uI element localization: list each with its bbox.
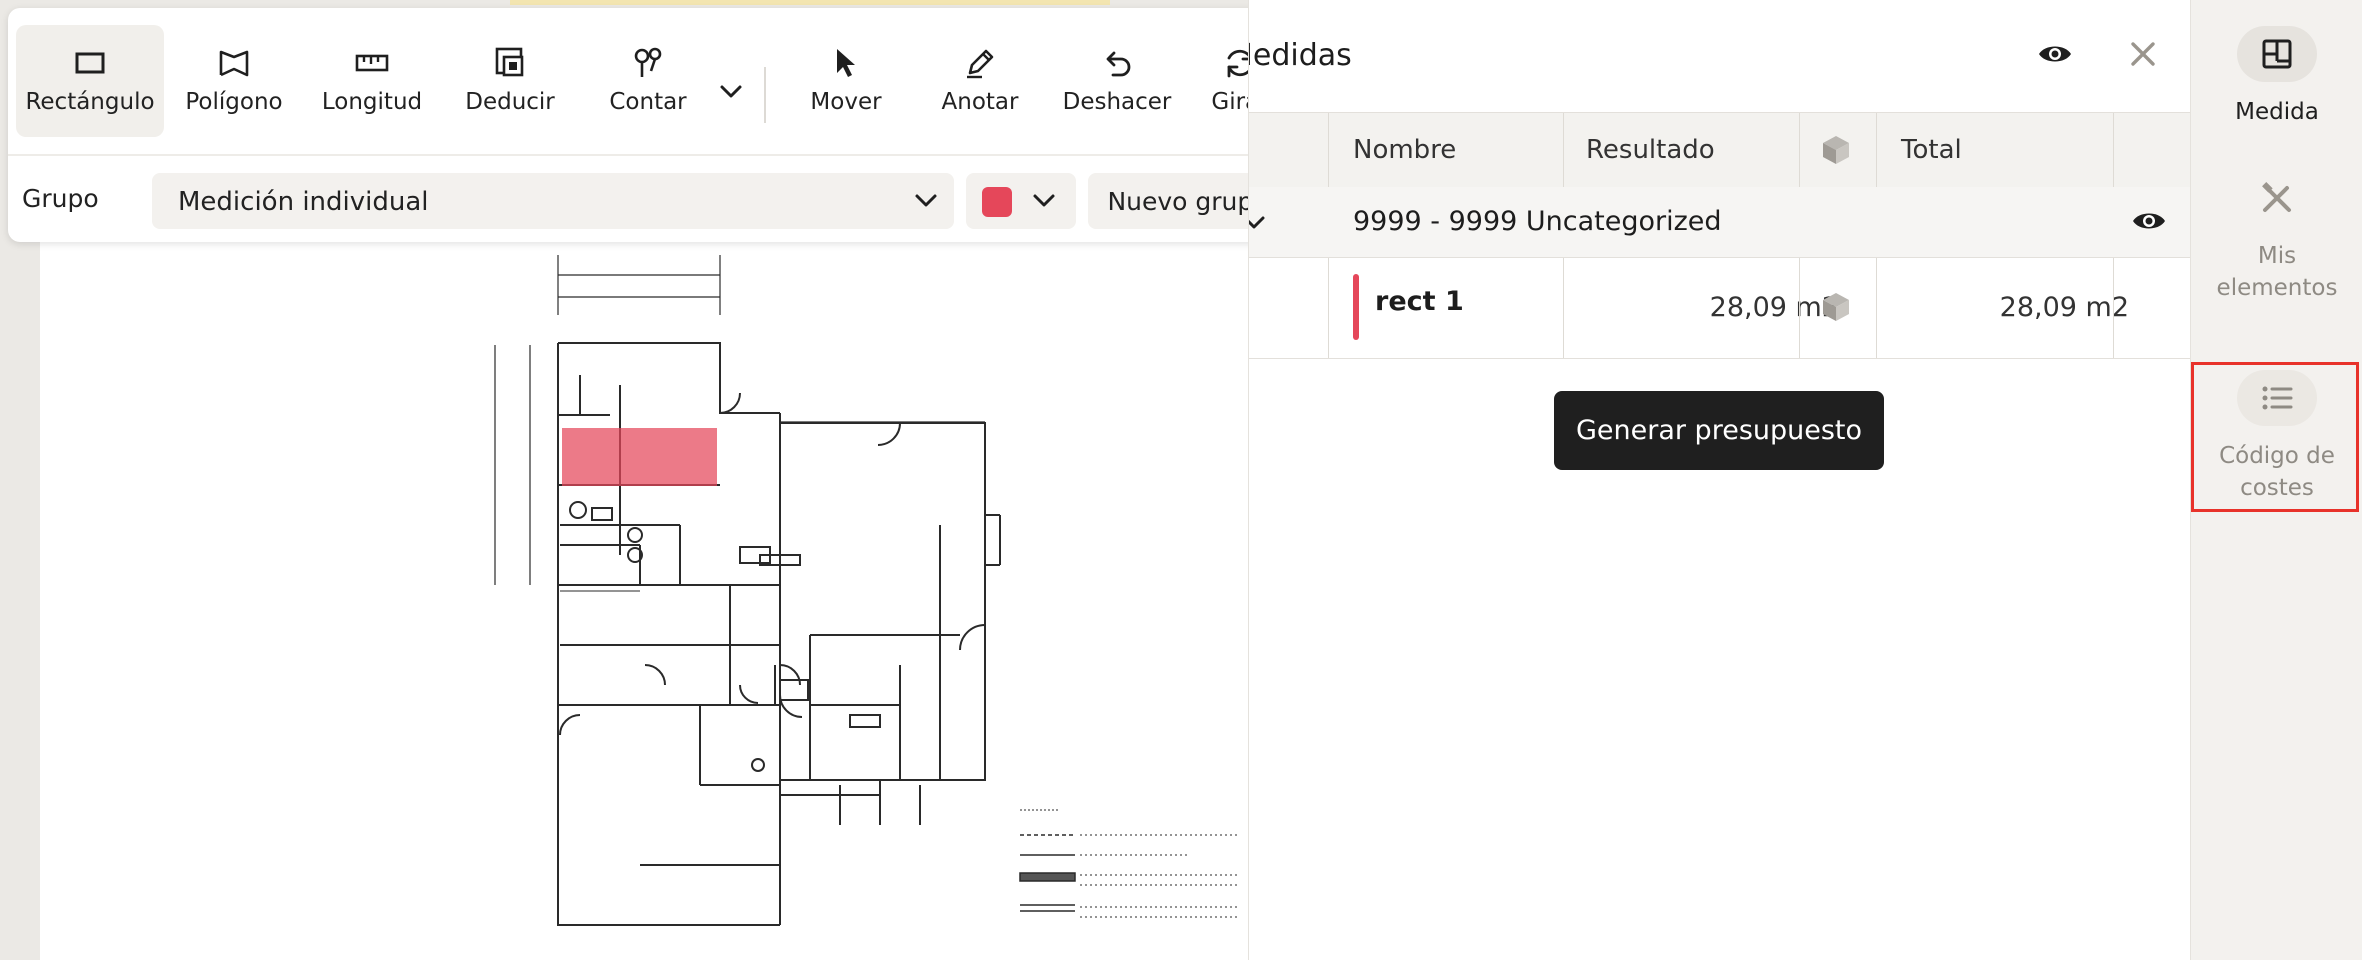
cursor-icon <box>837 49 855 77</box>
item-total: 28,09 m2 <box>1999 292 2129 323</box>
item-name: rect 1 <box>1375 286 1464 317</box>
color-swatch <box>982 187 1012 217</box>
column-divider <box>2113 113 2114 187</box>
tool-deduct[interactable]: Deducir <box>442 25 578 137</box>
tool-move[interactable]: Mover <box>778 25 914 137</box>
tool-annotate[interactable]: Anotar <box>912 25 1048 137</box>
panel-title: Medidas <box>1249 38 1352 73</box>
box-icon[interactable] <box>1819 290 1853 324</box>
sidebar-item-my-elements[interactable]: Mis elementos <box>2191 170 2362 310</box>
group-row[interactable]: 9999 - 9999 Uncategorized <box>1249 187 2191 258</box>
toolbar-separator <box>8 154 1300 156</box>
tool-count[interactable]: Contar <box>580 25 716 137</box>
tool-count-label: Contar <box>609 89 687 115</box>
column-header-result[interactable]: Resultado <box>1586 135 1715 165</box>
group-row-name: 9999 - 9999 Uncategorized <box>1353 206 1722 237</box>
tool-undo-label: Deshacer <box>1062 89 1172 115</box>
table-header: Nombre Resultado Total <box>1249 112 2191 188</box>
tool-divider <box>764 67 766 123</box>
tool-polygon[interactable]: Polígono <box>166 25 302 137</box>
sidebar-item-label: elementos <box>2216 275 2338 301</box>
column-divider <box>2113 258 2114 358</box>
plan-sheet[interactable] <box>40 225 1250 960</box>
column-divider <box>1799 258 1800 358</box>
column-divider <box>1563 258 1564 358</box>
item-result: 28,09 m2 <box>1709 292 1839 323</box>
item-color-bar <box>1353 274 1359 340</box>
polygon-icon <box>219 50 249 77</box>
chevron-down-icon <box>915 194 937 207</box>
column-divider <box>1328 113 1329 187</box>
sidebar-icon-pill <box>2237 170 2317 226</box>
tool-rectangle-label: Rectángulo <box>25 89 155 115</box>
ruler-icon <box>355 54 389 72</box>
column-divider <box>1328 258 1329 358</box>
measured-rectangle <box>562 428 717 486</box>
tool-undo[interactable]: Deshacer <box>1048 25 1186 137</box>
column-divider <box>1876 258 1877 358</box>
tool-length[interactable]: Longitud <box>304 25 440 137</box>
highlight-box <box>2191 362 2359 512</box>
measurements-panel: Medidas Nombre Resultado Total 9999 - 99… <box>1248 0 2191 960</box>
rectangle-icon <box>75 52 105 74</box>
tool-row: Rectángulo Polígono Longitud Deducir Con… <box>16 25 1296 145</box>
count-icon <box>634 47 662 77</box>
right-sidebar: Medida Mis elementos Código de costes <box>2190 0 2362 960</box>
chevron-down-icon[interactable] <box>716 77 746 107</box>
tool-rectangle[interactable]: Rectángulo <box>16 25 164 137</box>
column-divider <box>1876 113 1877 187</box>
layout-icon <box>2262 39 2292 69</box>
sidebar-item-label: Medida <box>2235 99 2319 125</box>
pen-icon <box>967 49 994 79</box>
canvas-top-strip <box>510 0 1110 5</box>
sidebar-item-label: Mis <box>2257 243 2297 269</box>
undo-icon <box>1106 51 1131 77</box>
tool-polygon-label: Polígono <box>185 89 283 115</box>
chevron-down-icon <box>1033 194 1055 207</box>
group-select[interactable]: Medición individual <box>152 173 954 229</box>
color-picker[interactable] <box>966 173 1076 229</box>
tool-move-label: Mover <box>810 89 882 115</box>
sidebar-icon-pill <box>2237 26 2317 82</box>
tool-annotate-label: Anotar <box>941 89 1019 115</box>
deduct-icon <box>495 47 524 77</box>
column-header-name[interactable]: Nombre <box>1353 135 1456 165</box>
eye-icon[interactable] <box>2037 36 2073 72</box>
chevron-down-icon[interactable] <box>1249 209 1271 235</box>
tool-deduct-label: Deducir <box>465 89 555 115</box>
table-row[interactable]: rect 1 28,09 m2 28,09 m2 <box>1249 258 2191 359</box>
tools-icon <box>2262 182 2291 212</box>
generate-budget-button[interactable]: Generar presupuesto <box>1554 391 1884 470</box>
sidebar-item-measure[interactable]: Medida <box>2191 26 2362 136</box>
tool-length-label: Longitud <box>321 89 423 115</box>
box-icon <box>1823 136 1849 164</box>
group-select-value: Medición individual <box>178 187 429 217</box>
eye-icon[interactable] <box>2131 203 2167 239</box>
measurement-toolbar: Rectángulo Polígono Longitud Deducir Con… <box>8 8 1300 242</box>
column-divider <box>1563 113 1564 187</box>
floorplan-drawing <box>494 255 1240 926</box>
close-icon[interactable] <box>2125 36 2161 72</box>
column-divider <box>1799 113 1800 187</box>
column-header-total[interactable]: Total <box>1901 135 1962 165</box>
group-label: Grupo <box>22 184 99 213</box>
